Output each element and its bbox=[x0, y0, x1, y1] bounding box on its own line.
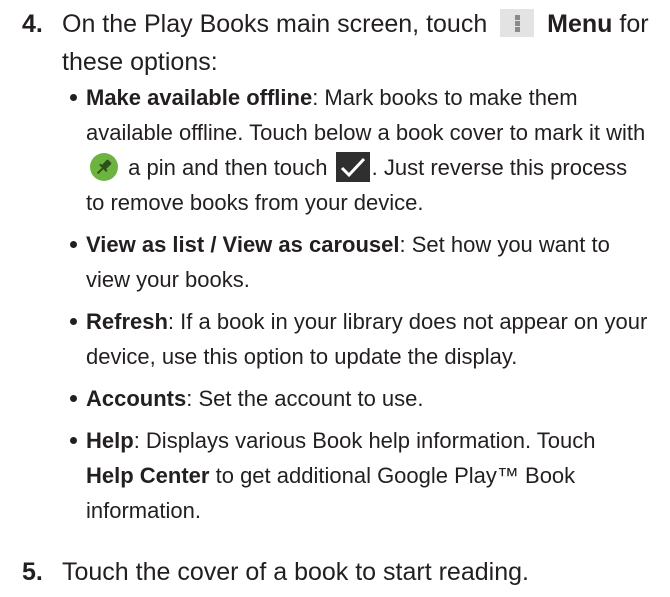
checkmark-icon bbox=[335, 152, 370, 183]
menu-label: Menu bbox=[547, 10, 613, 38]
list-item: Refresh: If a book in your library does … bbox=[68, 304, 648, 374]
help-center-term: Help Center bbox=[86, 463, 210, 488]
list-item: Make available offline: Mark books to ma… bbox=[68, 80, 648, 220]
option-term: Make available offline bbox=[86, 85, 313, 110]
step-number: 4. bbox=[22, 10, 43, 38]
option-term: Accounts bbox=[86, 386, 187, 411]
menu-icon bbox=[500, 9, 535, 38]
option-text: : Set the account to use. bbox=[186, 386, 424, 411]
step-number: 5. bbox=[22, 558, 43, 586]
list-item: Accounts: Set the account to use. bbox=[68, 381, 648, 416]
option-term: Help bbox=[86, 428, 134, 453]
step-4-text-before: On the Play Books main screen, touch bbox=[62, 10, 488, 38]
list-item: View as list / View as carousel: Set how… bbox=[68, 227, 648, 297]
list-item: Help: Displays various Book help informa… bbox=[68, 423, 648, 528]
option-term: Refresh bbox=[86, 309, 168, 334]
step-text: On the Play Books main screen, touch Men… bbox=[62, 5, 662, 81]
option-term: View as list / View as carousel bbox=[86, 232, 400, 257]
pin-icon bbox=[90, 153, 118, 182]
option-text: : If a book in your library does not app… bbox=[86, 309, 648, 369]
step-text: Touch the cover of a book to start readi… bbox=[62, 558, 529, 586]
instruction-page: 4. On the Play Books main screen, touch … bbox=[0, 0, 670, 597]
option-text: : Displays various Book help information… bbox=[133, 428, 596, 453]
option-text: a pin and then touch bbox=[128, 155, 328, 180]
options-list: Make available offline: Mark books to ma… bbox=[68, 80, 648, 535]
